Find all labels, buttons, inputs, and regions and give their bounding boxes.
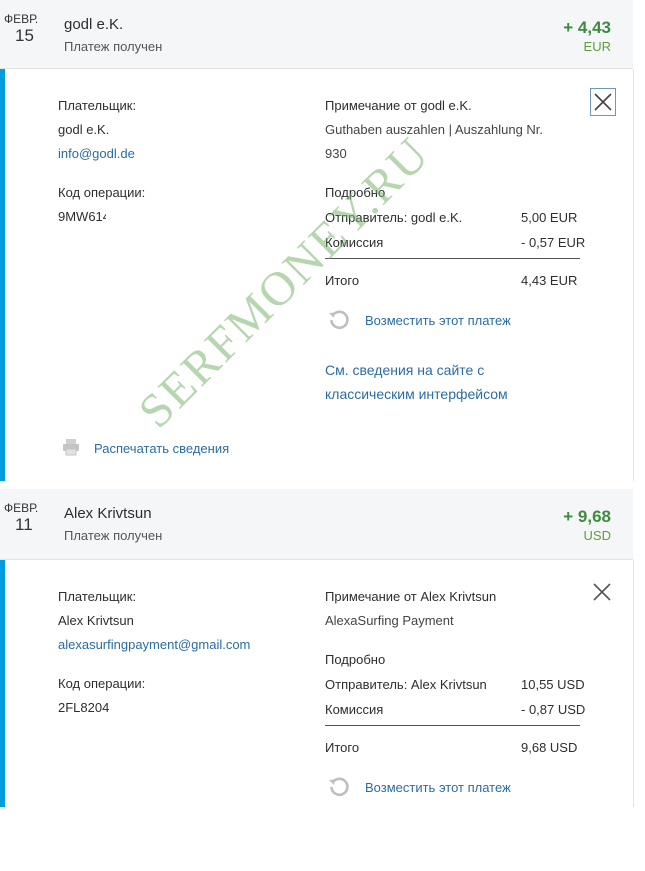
payer-label: Плательщик: <box>58 589 137 604</box>
total-divider <box>325 258 580 259</box>
close-icon <box>594 93 612 111</box>
transaction-amount: + 9,68 <box>563 507 611 526</box>
sender-value: 10,55 USD <box>521 677 585 692</box>
details-label: Подробно <box>325 652 386 667</box>
close-button[interactable] <box>590 88 616 116</box>
transaction-header[interactable]: ФЕВР. 15 godl e.K. Платеж получен + 4,43… <box>0 0 633 69</box>
transaction-name: godl e.K. <box>64 16 124 33</box>
transaction-name: Alex Krivtsun <box>64 505 152 522</box>
total-value: 4,43 EUR <box>521 273 578 288</box>
note-label: Примечание от godl e.K. <box>325 98 472 113</box>
sender-label: Отправитель: Alex Krivtsun <box>325 677 487 692</box>
date-day: 11 <box>15 515 33 534</box>
opcode-label: Код операции: <box>58 185 146 200</box>
fee-value: - 0,87 USD <box>521 702 586 717</box>
total-divider <box>325 725 580 726</box>
refresh-icon[interactable] <box>327 775 351 799</box>
printer-icon[interactable] <box>62 438 80 456</box>
refund-link[interactable]: Возместить этот платеж <box>365 780 511 795</box>
transaction-status: Платеж получен <box>64 39 163 54</box>
close-icon[interactable] <box>591 581 613 603</box>
print-details-link[interactable]: Распечатать сведения <box>94 441 229 456</box>
transaction-currency: EUR <box>583 39 611 54</box>
opcode-value[interactable]: 2FL8204 <box>58 700 112 715</box>
date-day: 15 <box>15 26 34 45</box>
sender-value: 5,00 EUR <box>521 210 578 225</box>
fee-label: Комиссия <box>325 702 384 717</box>
refund-link[interactable]: Возместить этот платеж <box>365 313 511 328</box>
note-text-continued: 930 <box>325 146 347 161</box>
transaction-header[interactable]: ФЕВР. 11 Alex Krivtsun Платеж получен + … <box>0 489 633 560</box>
transaction-status: Платеж получен <box>64 528 163 543</box>
date-month: ФЕВР. <box>4 501 39 515</box>
payer-email-link[interactable]: info@godl.de <box>58 146 135 161</box>
note-text: AlexaSurfing Payment <box>325 613 454 628</box>
date-month: ФЕВР. <box>4 12 39 26</box>
transaction-amount: + 4,43 <box>563 18 611 37</box>
payer-name: Alex Krivtsun <box>58 613 134 628</box>
payer-name: godl e.K. <box>58 122 110 137</box>
transaction-currency: USD <box>583 528 611 543</box>
fee-value: - 0,57 EUR <box>521 235 586 250</box>
total-value: 9,68 USD <box>521 740 578 755</box>
opcode-label: Код операции: <box>58 676 146 691</box>
payer-label: Плательщик: <box>58 98 137 113</box>
classic-view-link[interactable]: См. сведения на сайте с классическим инт… <box>325 358 565 406</box>
opcode-value[interactable]: 9MW614 <box>58 209 106 224</box>
payer-email-link[interactable]: alexasurfingpayment@gmail.com <box>58 637 250 652</box>
total-label: Итого <box>325 740 360 755</box>
refresh-icon[interactable] <box>327 308 351 332</box>
transaction-details: Плательщик: Alex Krivtsun alexasurfingpa… <box>5 560 634 807</box>
note-text: Guthaben auszahlen | Auszahlung Nr. <box>325 122 544 137</box>
note-label: Примечание от Alex Krivtsun <box>325 589 497 604</box>
